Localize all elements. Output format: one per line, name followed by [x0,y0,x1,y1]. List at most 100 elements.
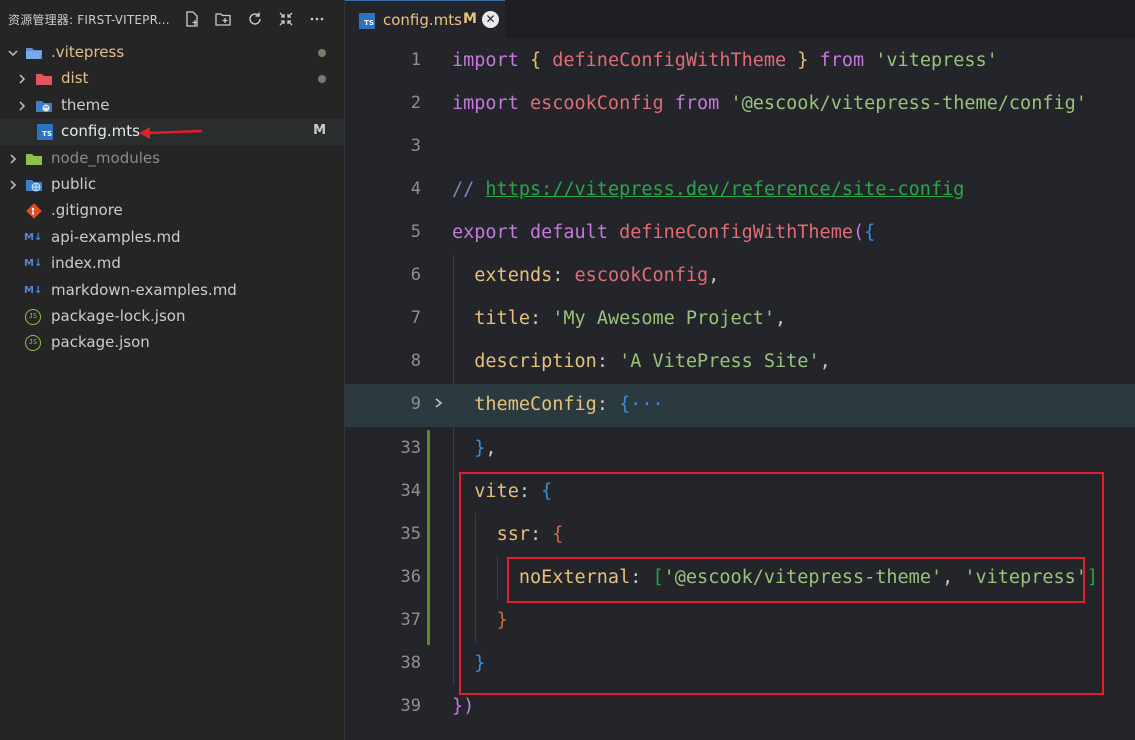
code-line[interactable]: 9 themeConfig: {··· [345,384,1135,427]
code-token: '@escook/vitepress-theme/config' [730,93,1087,114]
tree-item-package-lock[interactable]: JS package-lock.json [0,304,344,330]
code-token: , [708,265,720,286]
code-token: } [474,438,486,459]
code-token: defineConfigWithTheme [619,222,853,243]
tree-item-package-json[interactable]: JS package.json [0,330,344,356]
tree-item-label: package-lock.json [51,307,186,325]
tree-item-label: api-examples.md [51,228,181,246]
line-number: 8 [410,351,421,371]
code-token: : [596,394,620,415]
json-icon: JS [25,309,41,325]
line-number: 4 [410,179,421,199]
code-token: escookConfig [574,265,709,286]
tree-item-gitignore[interactable]: .gitignore [0,198,344,224]
line-number: 36 [400,567,421,587]
markdown-icon: M↓ [24,285,43,296]
code-token: import [452,93,519,114]
code-text: }, [452,438,497,459]
code-line[interactable]: 5 export default defineConfigWithTheme({ [345,212,1135,255]
code-text: // https://vitepress.dev/reference/site-… [452,179,964,200]
code-line[interactable]: 7 title: 'My Awesome Project', [345,298,1135,341]
code-token: themeConfig [474,394,597,415]
tree-item-node-modules[interactable]: node_modules [0,146,344,172]
code-token: { [619,394,631,415]
tree-item-public-folder[interactable]: public [0,172,344,198]
code-token: 'A VitePress Site' [619,351,820,372]
new-folder-icon[interactable] [213,9,233,29]
explorer-title: 资源管理器: FIRST-VITEPR... [8,13,170,27]
line-number: 2 [410,93,421,113]
line-number: 1 [410,50,421,70]
code-token: , [485,438,497,459]
refresh-icon[interactable] [245,9,265,29]
folder-icon [35,71,52,87]
node-folder-icon [25,151,42,167]
line-number: 35 [400,524,421,544]
code-token: escookConfig [529,93,664,114]
line-number: 39 [400,696,421,716]
tab-label: config.mts [383,11,462,29]
code-token: , [819,351,831,372]
tree-item-markdown-examples[interactable]: M↓ markdown-examples.md [0,278,344,304]
folder-open-icon [25,45,42,61]
red-arrow-annotation [139,127,203,139]
code-token: description [474,351,597,372]
chevron-right-icon [14,98,30,114]
tree-item-label: .gitignore [51,201,123,219]
palette-folder-icon [35,98,52,114]
tab-modified-badge: M [463,11,477,27]
code-token: from [674,93,720,114]
typescript-file-icon: TS [37,124,53,140]
tree-item-config-mts[interactable]: TS config.mts M [0,119,344,145]
tree-item-index-md[interactable]: M↓ index.md [0,251,344,277]
tree-item-api-examples[interactable]: M↓ api-examples.md [0,225,344,251]
code-editor[interactable]: TS config.mts M ✕ 1 import { defineConfig… [345,0,1135,740]
code-line[interactable]: 4 // https://vitepress.dev/reference/site… [345,169,1135,212]
code-line[interactable]: 3 [345,126,1135,169]
code-token: 'vitepress' [875,50,998,71]
code-token: title [474,308,530,329]
line-number: 5 [410,222,421,242]
code-token: ··· [630,394,664,415]
modified-dot [318,49,326,57]
code-line[interactable]: 1 import { defineConfigWithTheme } from '… [345,40,1135,83]
code-token: import [452,50,519,71]
code-text: import escookConfig from '@escook/vitepr… [452,93,1087,114]
tree-item-theme-folder[interactable]: theme [0,93,344,119]
code-text: import { defineConfigWithTheme } from 'v… [452,50,998,71]
chevron-down-icon [5,45,21,61]
code-token: 'My Awesome Project' [552,308,776,329]
modified-dot [318,75,326,83]
fold-chevron-icon[interactable] [433,395,445,415]
more-icon[interactable] [307,9,327,29]
new-file-icon[interactable] [182,9,202,29]
code-text: title: 'My Awesome Project', [452,308,786,329]
code-line[interactable]: 6 extends: escookConfig, [345,255,1135,298]
git-icon [26,203,42,219]
line-number: 33 [400,438,421,458]
code-token: } [797,50,809,71]
code-token: } [452,696,464,717]
code-text: }) [452,696,474,717]
tab-config-mts[interactable]: TS config.mts M ✕ [345,0,505,38]
markdown-icon: M↓ [24,232,43,243]
collapse-all-icon[interactable] [276,9,296,29]
code-token: { [529,50,542,71]
tree-item-label: public [51,175,97,193]
tree-item-dist-folder[interactable]: dist [0,66,344,92]
code-line[interactable]: 8 description: 'A VitePress Site', [345,341,1135,384]
tree-item-vitepress-folder[interactable]: .vitepress [0,40,344,66]
modified-gutter-indicator [427,430,430,645]
line-number: 37 [400,610,421,630]
code-line[interactable]: 2 import escookConfig from '@escook/vitep… [345,83,1135,126]
explorer-sidebar: 资源管理器: FIRST-VITEPR... .vitepress dist t… [0,0,345,740]
code-line[interactable]: 33 }, [345,428,1135,471]
close-icon[interactable]: ✕ [482,11,499,28]
